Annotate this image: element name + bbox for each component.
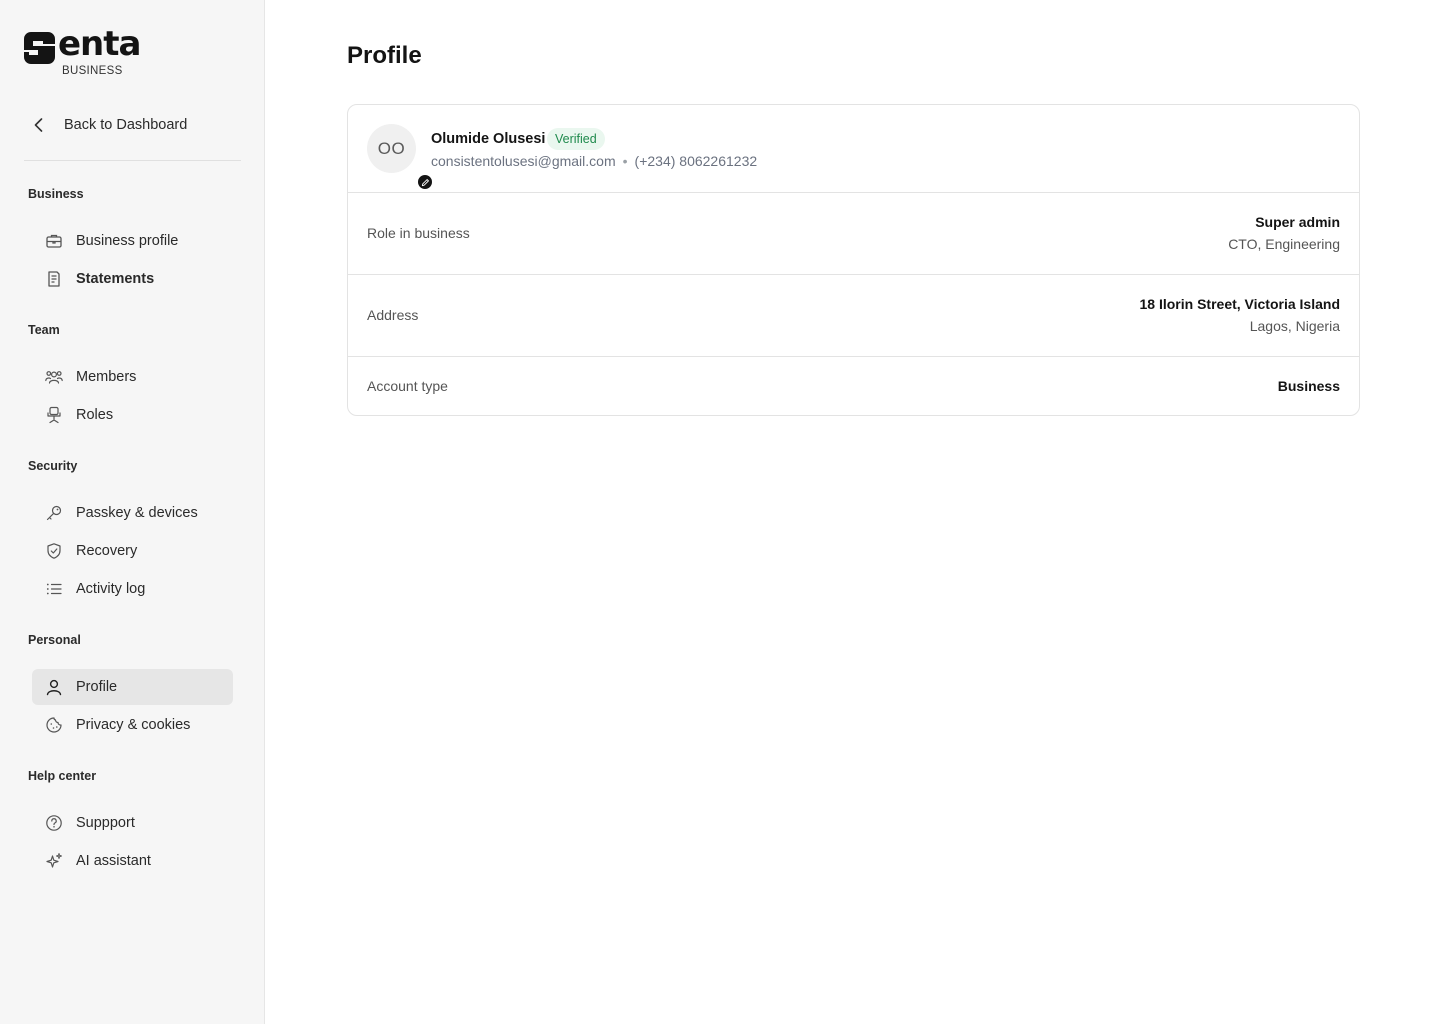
sidebar-item-business-profile[interactable]: Business profile [32,223,233,259]
page-title: Profile [347,42,422,69]
sidebar-divider [24,160,241,161]
section-title-security: Security [28,459,78,473]
user-email: consistentolusesi@gmail.com [431,153,616,169]
users-icon [44,367,64,387]
detail-row-address: Address 18 Ilorin Street, Victoria Islan… [348,275,1359,357]
section-title-team: Team [28,323,60,337]
row-label: Address [367,307,419,323]
document-icon [44,269,64,289]
row-label: Account type [367,378,448,394]
user-contact: consistentolusesi@gmail.com • (+234) 80622… [431,153,757,169]
brand-subtitle: BUSINESS [62,65,123,77]
row-secondary-value: Lagos, Nigeria [1249,318,1340,334]
detail-row-account-type: Account type Business [348,357,1359,415]
profile-card: OO Olumide Olusesi Verified consistentol… [347,104,1360,416]
sidebar-item-activity-log[interactable]: Activity log [32,571,233,607]
row-label: Role in business [367,225,470,241]
avatar-initials: OO [377,138,406,158]
sidebar-item-members[interactable]: Members [32,359,233,395]
user-icon [44,677,64,697]
sparkles-icon [44,851,64,871]
sidebar-item-label: Suppport [76,815,135,831]
sidebar-item-ai-assistant[interactable]: AI assistant [32,843,233,879]
edit-avatar-button[interactable] [416,173,434,191]
chair-icon [44,405,64,425]
shield-check-icon [44,541,64,561]
list-icon [44,579,64,599]
row-primary-value: Super admin [1255,214,1340,230]
section-title-business: Business [28,187,84,201]
sidebar-item-label: Profile [76,679,118,695]
brand-name: enta [58,24,141,64]
sidebar: enta BUSINESS Back to Dashboard Business… [0,0,265,1024]
sidebar-item-label: Passkey & devices [76,505,198,521]
sidebar-item-profile[interactable]: Profile [32,669,233,705]
help-circle-icon [44,813,64,833]
avatar[interactable]: OO [367,124,434,191]
brand-logo[interactable]: enta BUSINESS [24,24,224,80]
logo-mark-icon [24,32,55,64]
sidebar-item-label: Members [76,369,137,385]
sidebar-item-passkey-devices[interactable]: Passkey & devices [32,495,233,531]
sidebar-item-label: Activity log [76,581,146,597]
row-primary-value: Business [1277,378,1340,394]
briefcase-icon [44,231,64,251]
sidebar-item-label: Statements [76,271,155,287]
pencil-icon [421,178,429,186]
chevron-left-icon [34,118,43,132]
sidebar-item-label: Recovery [76,543,138,559]
sidebar-item-label: Business profile [76,233,179,249]
profile-header: OO Olumide Olusesi Verified consistentol… [348,105,1359,193]
sidebar-item-support[interactable]: Suppport [32,805,233,841]
section-title-help-center: Help center [28,769,97,783]
back-label: Back to Dashboard [64,117,188,133]
row-secondary-value: CTO, Engineering [1228,236,1340,252]
detail-row-role: Role in business Super admin CTO, Engine… [348,193,1359,275]
key-icon [44,503,64,523]
sidebar-item-label: Privacy & cookies [76,717,191,733]
row-primary-value: 18 Ilorin Street, Victoria Island [1139,296,1340,312]
sidebar-item-roles[interactable]: Roles [32,397,233,433]
sidebar-item-label: Roles [76,407,114,423]
sidebar-item-statements[interactable]: Statements [32,261,233,297]
user-phone: (+234) 8062261232 [634,153,758,169]
verified-badge: Verified [547,128,605,150]
section-title-personal: Personal [28,633,81,647]
user-name: Olumide Olusesi [431,131,546,147]
separator-dot: • [622,153,628,169]
sidebar-item-privacy-cookies[interactable]: Privacy & cookies [32,707,233,743]
back-to-dashboard-link[interactable]: Back to Dashboard [24,106,240,144]
cookie-icon [44,715,64,735]
sidebar-item-recovery[interactable]: Recovery [32,533,233,569]
sidebar-item-label: AI assistant [76,853,151,869]
